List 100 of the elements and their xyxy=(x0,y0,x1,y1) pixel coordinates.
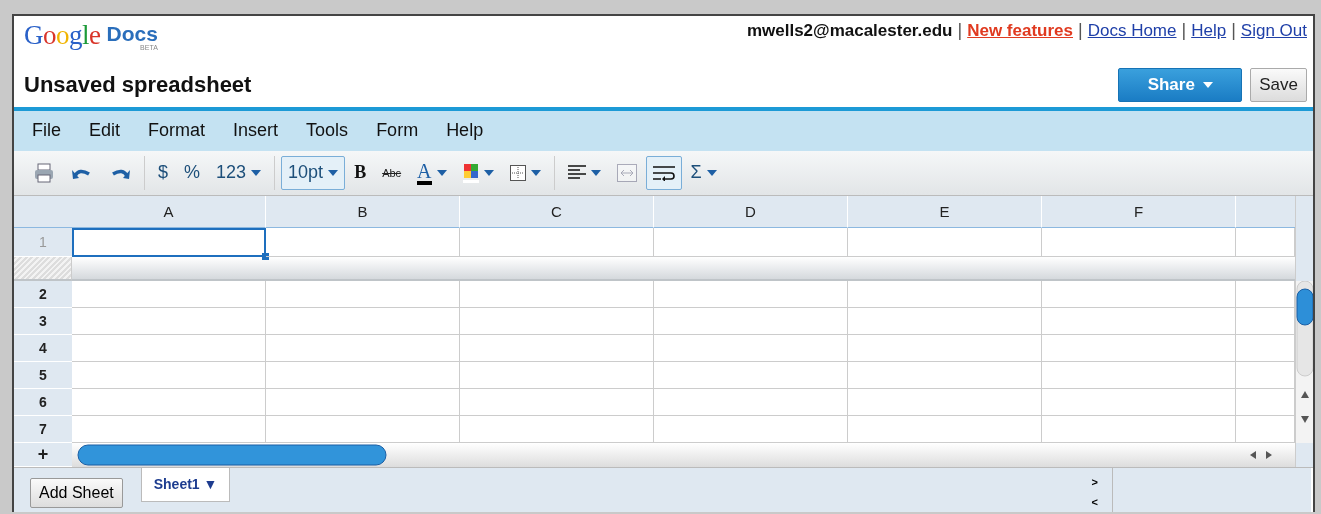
header-link[interactable]: Help xyxy=(1191,20,1227,41)
table-cell[interactable] xyxy=(72,389,266,416)
menu-item[interactable]: File xyxy=(18,120,75,142)
row-header[interactable]: 4 xyxy=(14,335,72,362)
row-header[interactable]: 7 xyxy=(14,416,72,443)
menu-item[interactable]: Tools xyxy=(292,120,363,142)
table-cell[interactable] xyxy=(1042,389,1236,416)
sheet-tab[interactable]: Sheet1 ▼ xyxy=(140,468,231,502)
table-cell[interactable] xyxy=(72,308,266,335)
column-header[interactable]: F xyxy=(1042,196,1236,228)
align-left-icon xyxy=(567,164,586,181)
table-cell[interactable] xyxy=(654,281,848,308)
corner-header xyxy=(14,196,72,228)
header-link[interactable]: Docs Home xyxy=(1087,20,1177,41)
menu-item[interactable]: Help xyxy=(432,120,498,142)
toolbar-button[interactable]: Abc xyxy=(375,155,409,190)
table-cell[interactable] xyxy=(460,362,654,389)
account-email: mwells2@macalester.edu xyxy=(746,20,953,41)
toolbar-button[interactable]: B xyxy=(347,155,374,190)
row-header[interactable]: 3 xyxy=(14,308,72,335)
caret-icon xyxy=(590,169,601,176)
table-cell[interactable] xyxy=(848,281,1042,308)
header-link[interactable]: Sign Out xyxy=(1240,20,1307,41)
caret-icon xyxy=(1202,82,1213,89)
menu-item[interactable]: Insert xyxy=(219,120,293,142)
table-cell[interactable] xyxy=(266,281,460,308)
add-sheet-button[interactable]: Add Sheet xyxy=(30,478,123,508)
separator: | xyxy=(1078,20,1083,41)
table-cell[interactable] xyxy=(460,308,654,335)
menu-item[interactable]: Form xyxy=(362,120,433,142)
table-cell[interactable] xyxy=(848,308,1042,335)
save-button[interactable]: Save xyxy=(1250,68,1307,103)
table-cell[interactable] xyxy=(848,389,1042,416)
table-cell[interactable] xyxy=(848,362,1042,389)
column-header[interactable]: A xyxy=(72,196,266,228)
table-cell[interactable] xyxy=(848,335,1042,362)
scroll-left-button[interactable]: < xyxy=(1091,492,1098,512)
table-cell[interactable] xyxy=(1236,335,1295,362)
fill-handle[interactable] xyxy=(262,253,269,260)
scroll-right-button[interactable]: > xyxy=(1091,472,1098,492)
table-cell[interactable] xyxy=(654,308,848,335)
toolbar-button[interactable]: A xyxy=(410,155,454,190)
table-cell[interactable] xyxy=(1042,308,1236,335)
toolbar-button[interactable]: % xyxy=(177,155,208,190)
menu-item[interactable]: Edit xyxy=(75,120,135,142)
column-header[interactable]: B xyxy=(266,196,460,228)
print-icon xyxy=(33,161,55,184)
table-cell[interactable] xyxy=(654,389,848,416)
table-cell[interactable] xyxy=(266,228,460,257)
table-cell[interactable] xyxy=(1236,389,1295,416)
column-header[interactable]: C xyxy=(460,196,654,228)
table-cell[interactable] xyxy=(1236,362,1295,389)
table-cell[interactable] xyxy=(848,416,1042,443)
table-cell[interactable] xyxy=(1042,416,1236,443)
column-header[interactable]: E xyxy=(848,196,1042,228)
column-header[interactable]: D xyxy=(654,196,848,228)
caret-icon xyxy=(483,169,494,176)
table-cell[interactable] xyxy=(1236,416,1295,443)
table-cell[interactable] xyxy=(72,416,266,443)
share-button[interactable]: Share xyxy=(1118,68,1243,103)
table-cell[interactable] xyxy=(1236,308,1295,335)
table-cell[interactable] xyxy=(654,335,848,362)
table-cell[interactable] xyxy=(72,281,266,308)
toolbar-button[interactable] xyxy=(645,155,682,190)
table-cell[interactable] xyxy=(266,335,460,362)
row-header[interactable]: 2 xyxy=(14,281,72,308)
row-header[interactable]: 5 xyxy=(14,362,72,389)
toolbar-button[interactable]: $ xyxy=(151,155,175,190)
wrap-text-icon xyxy=(652,164,675,181)
separator: | xyxy=(1231,20,1236,41)
toolbar-button[interactable]: Σ xyxy=(683,155,724,190)
menu-item[interactable]: Format xyxy=(134,120,220,142)
table-cell[interactable] xyxy=(654,362,848,389)
table-cell[interactable] xyxy=(1042,228,1236,257)
table-cell[interactable] xyxy=(266,389,460,416)
table-cell[interactable] xyxy=(1042,335,1236,362)
row-header[interactable]: 6 xyxy=(14,389,72,416)
table-cell[interactable] xyxy=(460,281,654,308)
header-link[interactable]: New features xyxy=(967,20,1073,41)
table-cell[interactable] xyxy=(266,416,460,443)
freeze-handle[interactable] xyxy=(14,257,72,281)
table-cell[interactable] xyxy=(72,362,266,389)
add-row-button[interactable]: + xyxy=(14,443,72,467)
toolbar-button[interactable]: 123 xyxy=(209,155,269,190)
table-cell[interactable] xyxy=(72,335,266,362)
selected-cell[interactable] xyxy=(72,228,266,257)
table-cell[interactable] xyxy=(460,335,654,362)
table-cell[interactable] xyxy=(460,416,654,443)
table-cell[interactable] xyxy=(654,416,848,443)
table-cell[interactable] xyxy=(266,308,460,335)
table-cell[interactable] xyxy=(460,389,654,416)
table-cell[interactable] xyxy=(654,228,848,257)
table-cell[interactable] xyxy=(266,362,460,389)
table-cell[interactable] xyxy=(460,228,654,257)
table-cell[interactable] xyxy=(848,228,1042,257)
table-cell[interactable] xyxy=(1042,281,1236,308)
table-cell[interactable] xyxy=(1042,362,1236,389)
table-cell[interactable] xyxy=(1236,228,1295,257)
toolbar-button[interactable]: 10pt xyxy=(281,155,346,190)
caret-icon xyxy=(530,169,541,176)
